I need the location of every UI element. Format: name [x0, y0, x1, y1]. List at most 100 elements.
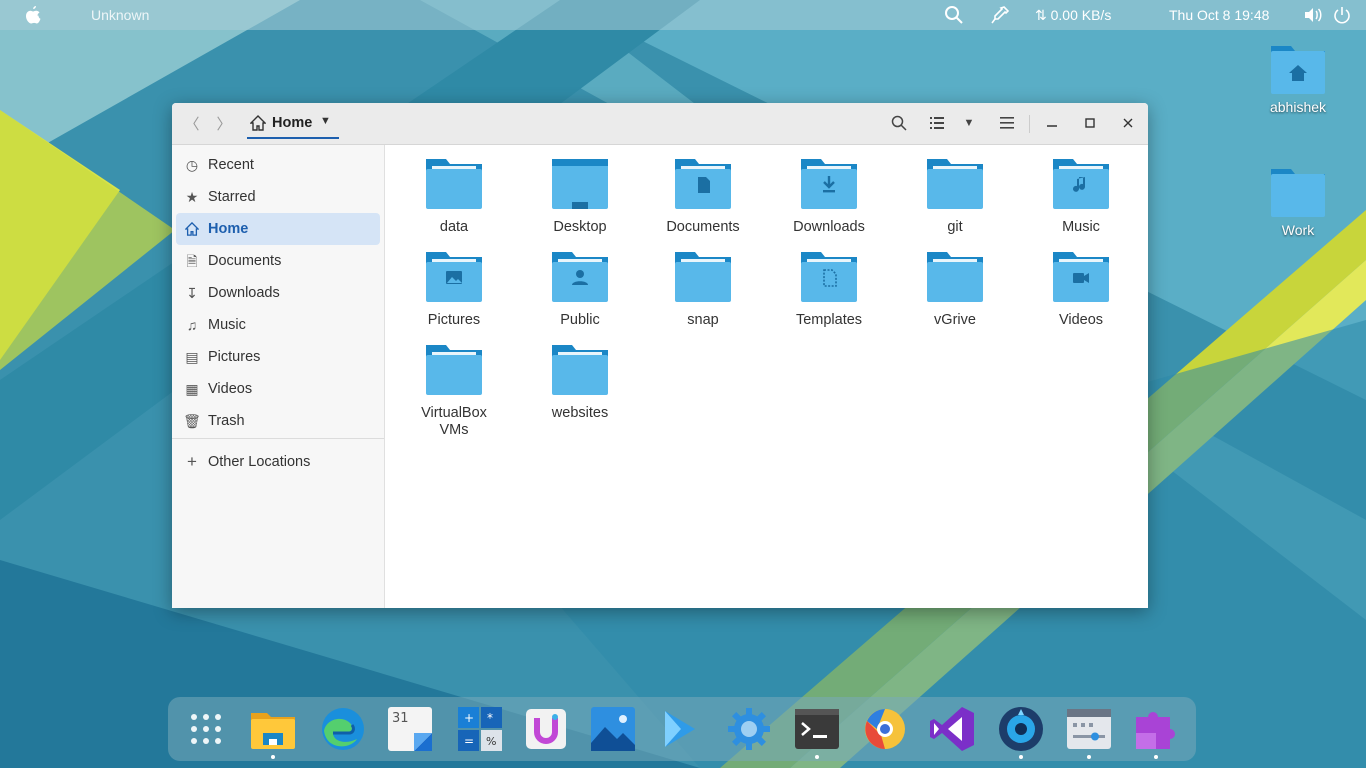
- visual-studio-icon[interactable]: [928, 705, 976, 753]
- color-picker-icon[interactable]: [991, 0, 1010, 30]
- sidebar-item-home[interactable]: Home: [176, 213, 380, 245]
- folder-icon: [552, 345, 608, 395]
- file-item[interactable]: Pictures: [399, 248, 509, 329]
- sidebar-item-label: Trash: [208, 413, 245, 429]
- extensions-icon[interactable]: [1132, 705, 1180, 753]
- file-item-label: data: [439, 219, 469, 235]
- desktop-folder-icon: [552, 159, 608, 209]
- svg-text:%: %: [486, 735, 496, 748]
- svg-text:31: 31: [392, 711, 409, 726]
- app-grid-icon[interactable]: [182, 705, 230, 753]
- document-folder-icon: [675, 159, 731, 209]
- picture-folder-icon: [426, 252, 482, 302]
- image-viewer-icon[interactable]: [589, 705, 637, 753]
- list-view-button[interactable]: [922, 109, 952, 137]
- sidebar-item-documents[interactable]: 🗎 Documents: [176, 245, 380, 277]
- menu-button[interactable]: [992, 109, 1022, 137]
- file-item[interactable]: websites: [525, 341, 635, 422]
- file-item[interactable]: snap: [648, 248, 758, 329]
- minimize-button[interactable]: [1037, 109, 1067, 137]
- music-icon: ♫: [186, 317, 198, 333]
- file-item[interactable]: Templates: [774, 248, 884, 329]
- sidebar: ◷ Recent ★ Starred Home 🗎 Documents ↧ Do…: [172, 145, 385, 608]
- volume-icon[interactable]: [1304, 0, 1322, 30]
- file-item[interactable]: Desktop: [525, 155, 635, 236]
- folder-icon: [675, 252, 731, 302]
- view-options-button[interactable]: ▼: [954, 109, 984, 137]
- sidebar-item-trash[interactable]: 🗑 Trash: [176, 405, 380, 437]
- desktop-icon-work[interactable]: Work: [1258, 163, 1338, 238]
- edge-browser-icon[interactable]: [319, 705, 367, 753]
- file-item[interactable]: data: [399, 155, 509, 236]
- film-icon: ▦: [185, 381, 199, 397]
- sidebar-item-label: Recent: [208, 157, 254, 173]
- system-monitor-icon[interactable]: [1065, 705, 1113, 753]
- close-icon: [1123, 118, 1133, 128]
- folder-icon: [426, 345, 482, 395]
- calendar-icon[interactable]: 31: [386, 705, 434, 753]
- sidebar-item-pictures[interactable]: ▤ Pictures: [176, 341, 380, 373]
- web-browser-icon[interactable]: [861, 705, 909, 753]
- document-icon: 🗎: [186, 253, 198, 269]
- sidebar-item-label: Music: [208, 317, 246, 333]
- sidebar-item-videos[interactable]: ▦ Videos: [176, 373, 380, 405]
- file-item[interactable]: vGrive: [900, 248, 1010, 329]
- running-indicator: [1019, 755, 1023, 759]
- desktop-icon-home[interactable]: abhishek: [1258, 40, 1338, 115]
- ulauncher-icon[interactable]: [522, 705, 570, 753]
- file-item-label: Documents: [666, 219, 740, 235]
- file-item[interactable]: Music: [1026, 155, 1136, 236]
- maximize-icon: [1085, 118, 1095, 128]
- back-button[interactable]: 〈: [177, 109, 207, 137]
- file-item[interactable]: Videos: [1026, 248, 1136, 329]
- terminal-icon[interactable]: [793, 705, 841, 753]
- svg-text:+: +: [464, 711, 474, 725]
- file-item[interactable]: Documents: [648, 155, 758, 236]
- file-item[interactable]: Downloads: [774, 155, 884, 236]
- file-item[interactable]: git: [900, 155, 1010, 236]
- user-folder-icon: [552, 252, 608, 302]
- media-player-icon[interactable]: [655, 705, 703, 753]
- running-indicator: [271, 755, 275, 759]
- path-label: Home: [272, 115, 313, 131]
- sidebar-item-music[interactable]: ♫ Music: [176, 309, 380, 341]
- network-speed[interactable]: ⇅ 0.00 KB/s: [1035, 0, 1111, 30]
- path-bar-home[interactable]: Home ▼: [247, 111, 339, 139]
- forward-button[interactable]: 〉: [209, 109, 239, 137]
- search-button[interactable]: [884, 109, 914, 137]
- header-bar: 〈 〉 Home ▼ ▼: [172, 103, 1148, 145]
- sidebar-item-label: Starred: [208, 189, 256, 205]
- sidebar-item-other-locations[interactable]: + Other Locations: [176, 446, 380, 478]
- folder-icon: [1271, 169, 1325, 217]
- file-item[interactable]: Public: [525, 248, 635, 329]
- file-item[interactable]: VirtualBox VMs: [399, 341, 509, 439]
- sidebar-item-downloads[interactable]: ↧ Downloads: [176, 277, 380, 309]
- file-item-label: websites: [551, 405, 609, 421]
- sidebar-separator: [172, 438, 384, 439]
- sidebar-item-label: Videos: [208, 381, 253, 397]
- clock-datetime[interactable]: Thu Oct 8 19:48: [1169, 0, 1269, 30]
- settings-icon[interactable]: [725, 705, 773, 753]
- home-folder-icon: [1271, 46, 1325, 94]
- sidebar-item-recent[interactable]: ◷ Recent: [176, 149, 380, 181]
- home-icon: [183, 213, 201, 247]
- power-icon[interactable]: [1333, 0, 1351, 30]
- sidebar-item-label: Other Locations: [208, 454, 311, 470]
- minimize-icon: [1047, 125, 1057, 127]
- desktop-icon-label: Work: [1281, 222, 1315, 238]
- search-icon[interactable]: [944, 0, 964, 30]
- calculator-icon[interactable]: + * =%: [456, 705, 504, 753]
- dock: 31 + * =%: [168, 697, 1196, 761]
- apple-logo-icon[interactable]: [25, 0, 41, 30]
- close-button[interactable]: [1113, 109, 1143, 137]
- maximize-button[interactable]: [1075, 109, 1105, 137]
- files-icon[interactable]: [249, 705, 297, 753]
- svg-text:*: *: [487, 711, 493, 725]
- desktop-icon-label: abhishek: [1269, 99, 1327, 115]
- disk-utility-icon[interactable]: [997, 705, 1045, 753]
- chevron-down-icon: ▼: [963, 117, 975, 129]
- sidebar-item-starred[interactable]: ★ Starred: [176, 181, 380, 213]
- active-app-name[interactable]: Unknown: [91, 0, 149, 30]
- file-grid: data Desktop Documents Downloads git Music Pic…: [385, 145, 1148, 608]
- video-folder-icon: [1053, 252, 1109, 302]
